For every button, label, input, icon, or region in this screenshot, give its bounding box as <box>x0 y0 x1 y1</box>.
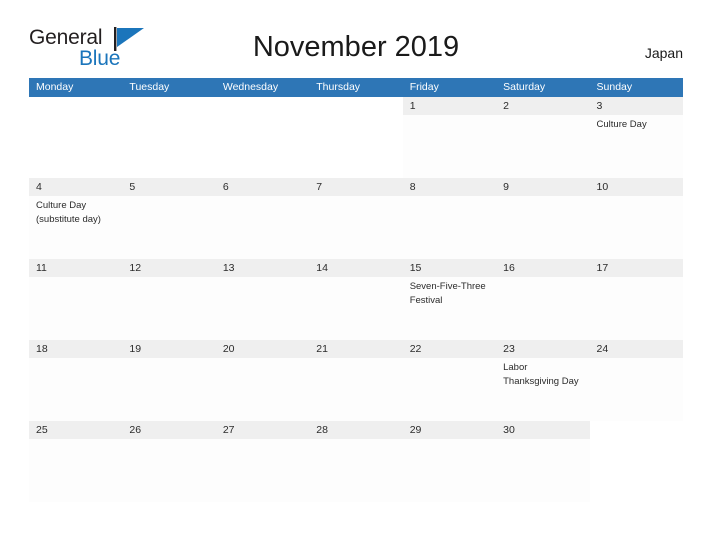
calendar-day-cell[interactable]: 23 Labor Thanksgiving Day <box>496 340 590 421</box>
calendar-day-cell[interactable]: 9 <box>496 178 590 259</box>
day-number: 7 <box>309 178 403 196</box>
day-number: 18 <box>29 340 123 358</box>
holiday-event-label: Seven-Five-Three Festival <box>409 281 486 306</box>
day-number: 9 <box>496 178 590 196</box>
weekday-thursday: Thursday <box>316 81 361 93</box>
calendar-week-row: 18 19 20 21 22 23 Labor Thanksgiving Day 24 <box>29 340 683 421</box>
region-label: Japan <box>644 45 683 61</box>
calendar-day-cell[interactable]: 1 <box>402 97 497 178</box>
calendar-empty-cell <box>589 421 683 502</box>
calendar-empty-cell <box>122 97 216 178</box>
day-number: 29 <box>402 421 497 439</box>
calendar-weeks: 1 2 3 Culture Day 4 Culture Day (substitute d… <box>29 97 683 502</box>
day-number: 20 <box>215 340 310 358</box>
day-number: 2 <box>496 97 590 115</box>
calendar-day-cell[interactable]: 8 <box>402 178 497 259</box>
holiday-event-label: Labor Thanksgiving Day <box>503 362 579 387</box>
calendar-day-cell[interactable]: 22 <box>402 340 497 421</box>
day-number: 19 <box>122 340 216 358</box>
calendar-day-cell[interactable]: 16 <box>496 259 590 340</box>
day-number <box>29 97 122 115</box>
calendar-empty-cell <box>29 97 123 178</box>
holiday-event-label: Culture Day (substitute day) <box>36 200 101 225</box>
calendar-week-row: 25 26 27 28 29 30 <box>29 421 683 502</box>
calendar-day-cell[interactable]: 4 Culture Day (substitute day) <box>29 178 123 259</box>
weekday-saturday: Saturday <box>503 81 546 93</box>
day-number: 11 <box>29 259 123 277</box>
day-number: 28 <box>309 421 403 439</box>
calendar-day-cell[interactable]: 24 <box>589 340 683 421</box>
calendar-day-cell[interactable]: 17 <box>589 259 683 340</box>
day-number: 4 <box>29 178 123 196</box>
day-number: 26 <box>122 421 216 439</box>
day-number <box>122 97 215 115</box>
day-number: 23 <box>496 340 590 358</box>
calendar-day-cell[interactable]: 5 <box>122 178 216 259</box>
calendar-grid: Monday Tuesday Wednesday Thursday Friday… <box>29 78 683 502</box>
calendar-day-cell[interactable]: 26 <box>122 421 216 502</box>
calendar-day-cell[interactable]: 19 <box>122 340 216 421</box>
day-number: 25 <box>29 421 123 439</box>
calendar-day-cell[interactable]: 12 <box>122 259 216 340</box>
calendar-day-cell[interactable]: 28 <box>309 421 403 502</box>
day-number <box>309 97 402 115</box>
day-events: Labor Thanksgiving Day <box>496 358 589 388</box>
day-number: 6 <box>215 178 310 196</box>
calendar-day-cell[interactable]: 18 <box>29 340 123 421</box>
weekday-sunday: Sunday <box>596 81 633 93</box>
calendar-day-cell[interactable]: 29 <box>402 421 497 502</box>
day-number: 8 <box>402 178 497 196</box>
calendar-day-cell[interactable]: 6 <box>215 178 310 259</box>
page-title: November 2019 <box>252 31 460 63</box>
calendar-week-row: 4 Culture Day (substitute day) 5 6 7 8 9 10 <box>29 178 683 259</box>
calendar-week-row: 11 12 13 14 15 Seven-Five-Three Festival 16 17 <box>29 259 683 340</box>
calendar-day-cell[interactable]: 20 <box>215 340 310 421</box>
calendar-day-cell[interactable]: 25 <box>29 421 123 502</box>
weekday-wednesday: Wednesday <box>222 81 279 93</box>
page-header: General Blue November 2019 Japan <box>0 0 712 76</box>
day-number: 16 <box>496 259 590 277</box>
day-number: 12 <box>122 259 216 277</box>
weekday-monday: Monday <box>36 81 74 93</box>
calendar-day-cell[interactable]: 27 <box>215 421 310 502</box>
calendar-day-cell[interactable]: 30 <box>496 421 590 502</box>
calendar-day-cell[interactable]: 2 <box>496 97 590 178</box>
calendar-day-cell[interactable]: 3 Culture Day <box>589 97 683 178</box>
day-number: 24 <box>589 340 683 358</box>
calendar-day-cell[interactable]: 14 <box>309 259 403 340</box>
day-number: 30 <box>496 421 590 439</box>
day-number: 10 <box>589 178 683 196</box>
weekday-tuesday: Tuesday <box>129 81 170 93</box>
weekday-header-row: Monday Tuesday Wednesday Thursday Friday… <box>29 78 683 97</box>
weekday-friday: Friday <box>409 81 439 93</box>
day-number: 15 <box>402 259 497 277</box>
day-number <box>590 421 683 439</box>
calendar-empty-cell <box>309 97 403 178</box>
day-number: 13 <box>215 259 310 277</box>
day-number: 21 <box>309 340 403 358</box>
day-number: 14 <box>309 259 403 277</box>
day-events: Culture Day <box>590 115 683 132</box>
day-number: 22 <box>402 340 497 358</box>
calendar-week-row: 1 2 3 Culture Day <box>29 97 683 178</box>
day-events: Seven-Five-Three Festival <box>403 277 496 307</box>
calendar-day-cell[interactable]: 13 <box>215 259 310 340</box>
holiday-event-label: Culture Day <box>596 119 647 130</box>
day-events: Culture Day (substitute day) <box>29 196 122 226</box>
day-number: 5 <box>122 178 216 196</box>
day-number <box>216 97 309 115</box>
calendar-day-cell[interactable]: 7 <box>309 178 403 259</box>
calendar-day-cell[interactable]: 10 <box>589 178 683 259</box>
calendar-empty-cell <box>215 97 310 178</box>
day-number: 27 <box>215 421 310 439</box>
calendar-day-cell[interactable]: 15 Seven-Five-Three Festival <box>402 259 497 340</box>
calendar-day-cell[interactable]: 21 <box>309 340 403 421</box>
day-number: 1 <box>402 97 497 115</box>
day-number: 3 <box>589 97 683 115</box>
calendar-day-cell[interactable]: 11 <box>29 259 123 340</box>
day-number: 17 <box>589 259 683 277</box>
